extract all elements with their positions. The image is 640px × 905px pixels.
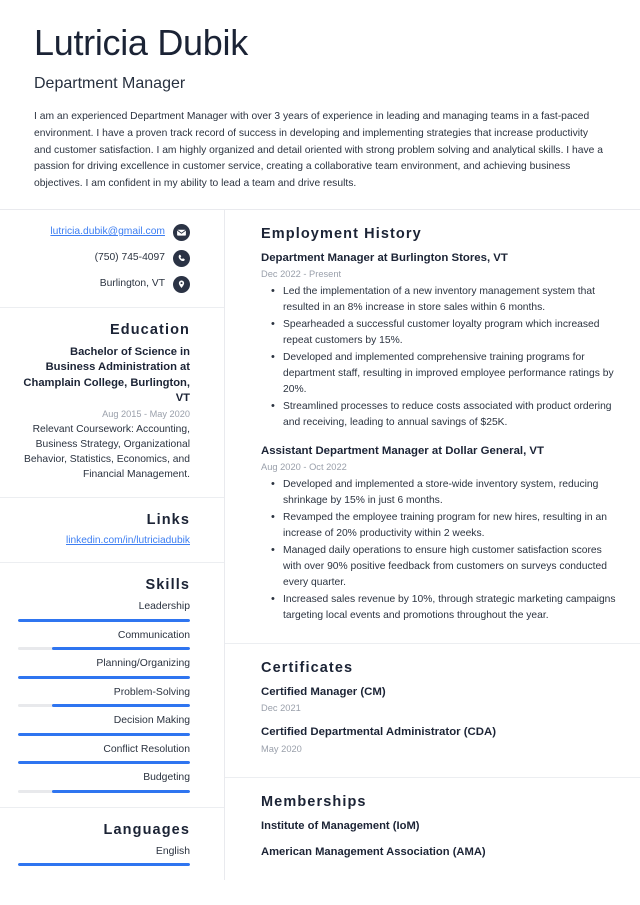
phone-icon <box>173 249 190 267</box>
certificates-heading: Certificates <box>261 659 354 676</box>
envelope-icon <box>173 223 190 241</box>
languages-section: Languages English <box>0 808 224 881</box>
skill-item: Budgeting <box>18 771 190 793</box>
certificate-title: Certified Manager (CM) <box>261 685 386 698</box>
skill-level-fill <box>52 647 190 651</box>
certificate-entry: Certified Departmental Administrator (CD… <box>261 725 618 754</box>
membership-entry: American Management Association (AMA) <box>261 845 486 858</box>
skills-heading: Skills <box>145 577 190 594</box>
employment-history-section: Employment History Department Manager at… <box>225 210 640 644</box>
employment-bullet: Streamlined processes to reduce costs as… <box>271 398 618 431</box>
certificates-section: Certificates Certified Manager (CM) Dec 2… <box>225 644 640 778</box>
resume-page: Lutricia Dubik Department Manager I am a… <box>0 0 640 905</box>
content-columns: lutricia.dubik@gmail.com (750) 745-4097 <box>0 209 640 881</box>
employment-bullet-list: Developed and implemented a store-wide i… <box>261 476 618 624</box>
contact-row-phone[interactable]: (750) 745-4097 <box>18 249 190 267</box>
skill-level-fill <box>18 675 190 679</box>
employment-entry-date: Aug 2020 - Oct 2022 <box>261 462 347 473</box>
certificate-date: May 2020 <box>261 743 302 754</box>
profile-summary: I am an experienced Department Manager w… <box>34 111 603 189</box>
certificates-entries: Certified Manager (CM) Dec 2021 Certified … <box>261 685 618 755</box>
certificate-entry: Certified Manager (CM) Dec 2021 <box>261 685 618 714</box>
sidebar: lutricia.dubik@gmail.com (750) 745-4097 <box>0 209 225 881</box>
employment-bullet: Developed and implemented comprehensive … <box>271 349 618 398</box>
employment-entry-title: Assistant Department Manager at Dollar G… <box>261 444 544 457</box>
contact-row-email[interactable]: lutricia.dubik@gmail.com <box>18 223 190 241</box>
skill-level-fill <box>52 704 190 708</box>
skill-label: Decision Making <box>113 715 190 727</box>
skill-level-bar <box>18 647 190 651</box>
skill-level-fill <box>18 618 190 622</box>
employment-bullet: Managed daily operations to ensure high … <box>271 542 618 591</box>
education-degree: Bachelor of Science in Business Administ… <box>23 345 190 404</box>
employment-entry: Department Manager at Burlington Stores,… <box>261 251 618 431</box>
employment-entry-title: Department Manager at Burlington Stores,… <box>261 251 508 264</box>
skill-item: Planning/Organizing <box>18 657 190 679</box>
employment-history-heading: Employment History <box>261 225 422 242</box>
link-item-linkedin[interactable]: linkedin.com/in/lutriciadubik <box>18 535 190 546</box>
employment-entries: Department Manager at Burlington Stores,… <box>261 251 618 624</box>
skill-label: Communication <box>117 629 190 641</box>
skill-level-fill <box>18 761 190 765</box>
languages-list: English <box>18 845 190 867</box>
skill-item: Decision Making <box>18 714 190 736</box>
page-title: Lutricia Dubik <box>34 22 248 63</box>
main-column: Employment History Department Manager at… <box>225 210 640 881</box>
employment-bullet: Increased sales revenue by 10%, through … <box>271 591 618 624</box>
skill-level-bar <box>18 675 190 679</box>
employment-bullet: Developed and implemented a store-wide i… <box>271 476 618 509</box>
skill-label: Leadership <box>138 601 190 613</box>
skill-label: Budgeting <box>143 772 190 784</box>
skills-section: Skills Leadership Communication Planning/O… <box>0 563 224 808</box>
skill-level-fill <box>52 789 190 793</box>
skill-level-bar <box>18 732 190 736</box>
resume-header: Lutricia Dubik Department Manager I am a… <box>0 0 640 209</box>
education-section: Education Bachelor of Science in Busines… <box>0 308 224 499</box>
skill-item: Conflict Resolution <box>18 743 190 765</box>
memberships-heading: Memberships <box>261 793 367 810</box>
language-level-fill <box>18 863 190 867</box>
email-link[interactable]: lutricia.dubik@gmail.com <box>50 226 165 238</box>
contact-details-section: lutricia.dubik@gmail.com (750) 745-4097 <box>0 210 224 308</box>
employment-entry: Assistant Department Manager at Dollar G… <box>261 444 618 624</box>
employment-bullet: Revamped the employee training program f… <box>271 509 618 542</box>
skill-level-bar <box>18 789 190 793</box>
employment-bullet-list: Led the implementation of a new inventor… <box>261 283 618 431</box>
certificate-title: Certified Departmental Administrator (CD… <box>261 726 497 739</box>
phone-number: (750) 745-4097 <box>94 251 165 263</box>
job-title: Department Manager <box>34 75 186 93</box>
location-text: Burlington, VT <box>99 277 165 289</box>
skills-list: Leadership Communication Planning/Organizi… <box>18 600 190 793</box>
links-section: Links linkedin.com/in/lutriciadubik <box>0 498 224 564</box>
memberships-section: Memberships Institute of Management (IoM… <box>225 778 640 878</box>
education-date: Aug 2015 - May 2020 <box>102 409 190 420</box>
skill-item: Problem-Solving <box>18 686 190 708</box>
skill-item: Communication <box>18 629 190 651</box>
skill-level-bar <box>18 704 190 708</box>
skill-level-bar <box>18 761 190 765</box>
skill-level-fill <box>18 732 190 736</box>
skill-label: Conflict Resolution <box>103 743 190 755</box>
memberships-entries: Institute of Management (IoM) American Ma… <box>261 819 618 860</box>
links-list: linkedin.com/in/lutriciadubik <box>18 535 190 546</box>
membership-entry: Institute of Management (IoM) <box>261 819 420 832</box>
employment-bullet: Spearheaded a successful customer loyalt… <box>271 316 618 349</box>
skill-item: Leadership <box>18 600 190 622</box>
education-description: Relevant Coursework: Accounting, Busines… <box>24 424 190 481</box>
contact-row-location: Burlington, VT <box>18 275 190 293</box>
language-label: English <box>155 845 190 857</box>
language-level-bar <box>18 863 190 867</box>
employment-entry-date: Dec 2022 - Present <box>261 269 342 280</box>
skill-label: Problem-Solving <box>113 686 190 698</box>
links-heading: Links <box>146 512 190 529</box>
skill-level-bar <box>18 618 190 622</box>
location-pin-icon <box>173 275 190 293</box>
education-heading: Education <box>110 321 190 338</box>
language-item: English <box>18 845 190 867</box>
languages-heading: Languages <box>103 821 190 838</box>
certificate-date: Dec 2021 <box>261 703 301 714</box>
skill-label: Planning/Organizing <box>96 658 190 670</box>
employment-bullet: Led the implementation of a new inventor… <box>271 283 618 316</box>
